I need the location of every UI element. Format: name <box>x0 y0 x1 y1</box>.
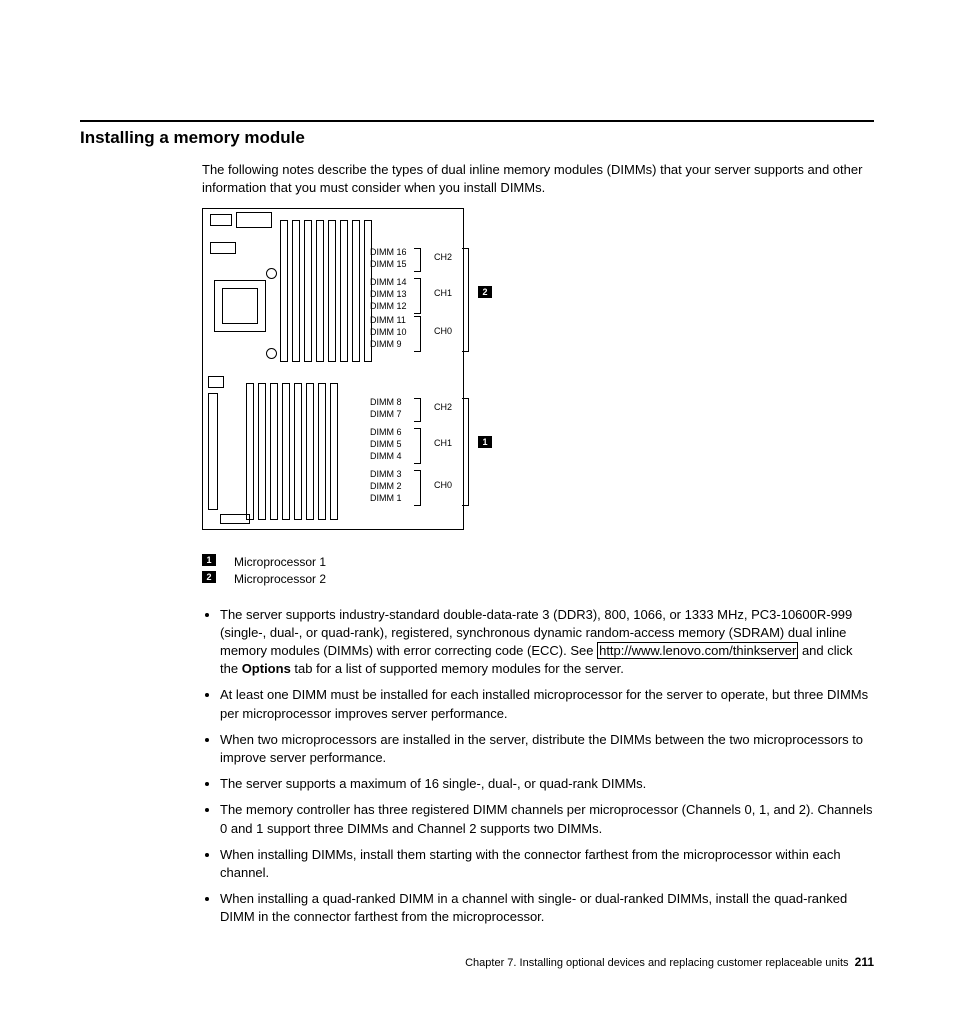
legend-text-1: Microprocessor 1 <box>234 554 326 571</box>
list-item: When two microprocessors are installed i… <box>220 731 874 767</box>
intro-paragraph: The following notes describe the types o… <box>202 161 874 196</box>
list-item: The server supports industry-standard do… <box>220 606 874 679</box>
chapter-label: Chapter 7. Installing optional devices a… <box>465 957 848 969</box>
index-badge-1: 1 <box>478 436 492 448</box>
page-number: 211 <box>855 955 874 969</box>
motherboard-diagram: DIMM 16 DIMM 15 DIMM 14 DIMM 13 DIMM 12 … <box>202 208 572 548</box>
list-item: At least one DIMM must be installed for … <box>220 686 874 722</box>
legend-index-1: 1 <box>202 554 216 566</box>
page-footer: Chapter 7. Installing optional devices a… <box>80 955 874 969</box>
diagram-legend: 1 Microprocessor 1 2 Microprocessor 2 <box>202 554 874 588</box>
legend-index-2: 2 <box>202 571 216 583</box>
thinkserver-link[interactable]: http://www.lenovo.com/thinkserver <box>597 642 798 659</box>
notes-list: The server supports industry-standard do… <box>202 606 874 927</box>
list-item: When installing a quad-ranked DIMM in a … <box>220 890 874 926</box>
list-item: The server supports a maximum of 16 sing… <box>220 775 874 793</box>
section-rule <box>80 120 874 122</box>
list-item: The memory controller has three register… <box>220 801 874 837</box>
index-badge-2: 2 <box>478 286 492 298</box>
legend-text-2: Microprocessor 2 <box>234 571 326 588</box>
list-item: When installing DIMMs, install them star… <box>220 846 874 882</box>
document-page: Installing a memory module The following… <box>0 0 954 1029</box>
section-heading: Installing a memory module <box>80 128 874 148</box>
